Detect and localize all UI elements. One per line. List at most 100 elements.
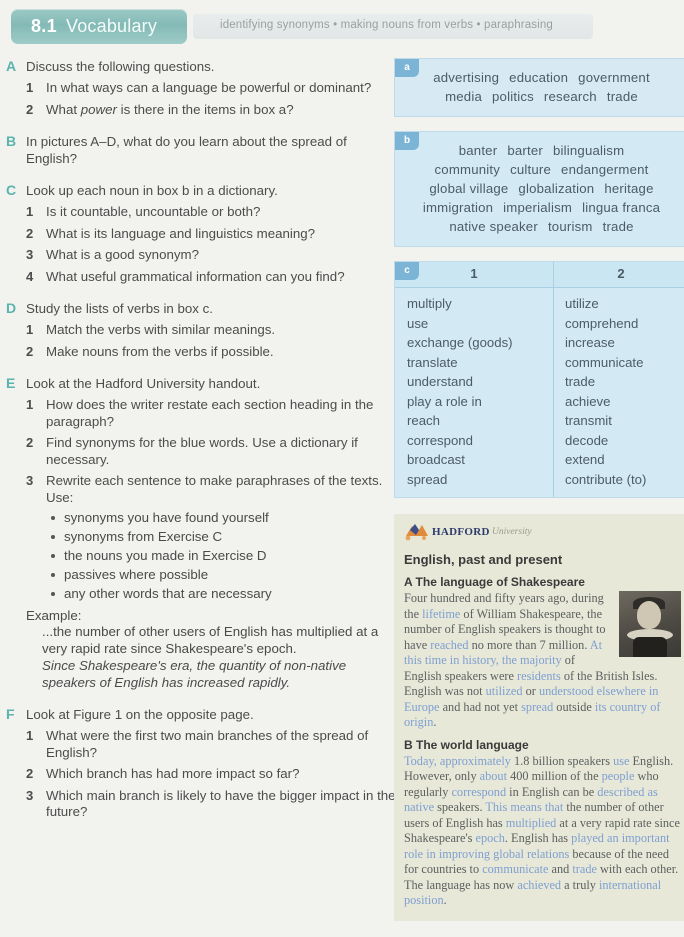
body-text-run: and — [548, 862, 573, 876]
highlighted-word: correspond — [451, 784, 507, 799]
box-a-label: a — [395, 59, 419, 77]
exercise-item-text: Find synonyms for the blue words. Use a … — [46, 435, 358, 467]
body-text-run: outside — [553, 699, 595, 714]
verb-table-cell: spread — [407, 471, 448, 487]
body-text-run: 1.8 billion speakers — [510, 753, 614, 768]
exercise-heading-text: Discuss the following questions. — [26, 59, 215, 74]
exercise-item-list: 1 Is it countable, uncountable or both? 2 W… — [0, 204, 400, 285]
exercise-item-text: What is a good synonym? — [46, 247, 199, 262]
exercise-item-text: Match the verbs with similar meanings. — [46, 322, 276, 337]
vocabulary-word: education — [509, 70, 569, 85]
resource-column: a advertising education government media pol… — [394, 58, 684, 921]
example-body: ...the number of other users of English … — [26, 624, 400, 691]
exercise-a: A Discuss the following questions. 1 In wha… — [0, 58, 400, 118]
highlighted-word: reached — [430, 637, 469, 652]
highlighted-word: Today, — [404, 753, 440, 768]
exercise-heading-text: Look at the Hadford University handout. — [26, 376, 261, 391]
exercise-item-text: In what ways can a language be powerful … — [46, 80, 372, 95]
vocabulary-word: imperialism — [503, 200, 573, 215]
highlighted-word: approximately — [439, 753, 511, 768]
vocabulary-word: research — [543, 89, 597, 104]
vocabulary-word: trade — [606, 89, 638, 104]
exercise-item-number: 3 — [26, 473, 34, 488]
verb-table-cell: extend — [565, 452, 605, 467]
highlighted-word: people — [601, 769, 635, 783]
highlighted-word: residents — [517, 668, 561, 683]
exercise-item-text: Which branch has had more impact so far? — [46, 766, 300, 781]
verb-table-cell: exchange (goods) — [407, 335, 513, 350]
verb-table-column-1: multiply use exchange (goods) translate unde… — [395, 294, 553, 489]
word-box-line: media politics research trade — [399, 87, 684, 106]
vocabulary-word: lingua franca — [582, 200, 661, 215]
exercise-item-text: What useful grammatical information can … — [46, 268, 345, 284]
body-text-run: speakers. — [434, 800, 486, 814]
verb-table-cell: decode — [565, 432, 609, 448]
exercise-bullet-item: passives where possible — [46, 566, 400, 583]
vocabulary-word: bilingualism — [552, 143, 625, 158]
example-paraphrase-sentence: Since Shakespeare's era, the quantity of… — [42, 658, 347, 690]
exercise-item: 2 Which branch has had more impact so far… — [0, 766, 400, 783]
vocabulary-word: tourism — [547, 219, 593, 234]
exercise-item-number: 1 — [26, 80, 34, 95]
verb-table-col1-header: 1 — [470, 266, 478, 281]
unit-title-tab: 8.1 Vocabulary — [11, 9, 187, 44]
exercise-item: 3 What is a good synonym? — [0, 247, 400, 264]
verb-table-cell: use — [407, 315, 429, 331]
verb-table-cell: contribute (to) — [565, 471, 647, 487]
exercise-item: 1 What were the first two main branches o… — [0, 728, 400, 761]
university-crest-icon — [405, 524, 428, 541]
exercise-item-text: What is its language and linguistics mea… — [46, 225, 316, 241]
body-text-run: . — [433, 715, 437, 729]
exercise-item-text: Is it countable, uncountable or both? — [46, 204, 261, 219]
exercise-heading-text: Study the lists of verbs in box c. — [26, 301, 213, 316]
word-box-line: immigration imperialism lingua franca — [399, 198, 684, 217]
highlighted-word: epoch — [475, 831, 505, 845]
handout-section-a-body: Four hundred and fifty years ago, during… — [404, 591, 681, 731]
vocabulary-word: advertising — [433, 70, 500, 85]
body-text-run: in English can be — [506, 784, 598, 799]
verb-table-cell: utilize — [565, 296, 599, 311]
exercise-bullet-list: synonyms you have found yourself synonyms… — [46, 509, 400, 602]
exercise-heading: A Discuss the following questions. — [0, 58, 400, 75]
verb-table-cell: comprehend — [565, 315, 639, 331]
exercise-f: F Look at Figure 1 on the opposite page. 1… — [0, 706, 400, 821]
exercise-item-number: 1 — [26, 397, 34, 412]
vocabulary-word: trade — [602, 219, 634, 234]
exercise-item-text: Make nouns from the verbs if possible. — [46, 343, 274, 359]
word-box-line: advertising education government — [399, 68, 684, 87]
shakespeare-portrait-image — [619, 591, 681, 657]
vocabulary-word: community — [434, 162, 501, 177]
exercise-item: 1 Is it countable, uncountable or both? — [0, 204, 400, 221]
exercise-bullet-item: synonyms you have found yourself — [46, 509, 400, 526]
exercise-heading-text: Look at Figure 1 on the opposite page. — [26, 707, 254, 722]
exercise-item-number: 3 — [26, 787, 34, 803]
exercise-item: 1 How does the writer restate each sectio… — [0, 397, 400, 430]
exercise-item-number: 3 — [26, 247, 34, 262]
verb-table-cell: understand — [407, 374, 473, 389]
handout-logo-subtitle: University — [492, 527, 532, 537]
vocabulary-word: barter — [507, 143, 543, 158]
exercise-heading: E Look at the Hadford University handout. — [0, 375, 400, 392]
exercise-letter: A — [6, 58, 17, 74]
verb-table-cell: play a role in — [407, 393, 482, 409]
highlighted-word: achieved — [517, 877, 562, 892]
highlighted-word: communicate — [482, 862, 549, 876]
vocabulary-word: heritage — [604, 181, 654, 196]
page-header: 8.1 Vocabulary identifying synonyms • ma… — [0, 0, 684, 52]
vocabulary-word: culture — [510, 162, 552, 177]
exercise-item-number: 2 — [26, 343, 34, 359]
exercise-item-text: What were the first two main branches of… — [46, 728, 369, 760]
verb-table-cell: correspond — [407, 432, 473, 448]
exercise-item-number: 2 — [26, 101, 34, 117]
exercise-bullet-item: the nouns you made in Exercise D — [46, 547, 400, 564]
highlighted-word: spread — [521, 699, 554, 714]
exercise-letter: F — [6, 706, 15, 722]
exercise-item: 3 Which main branch is likely to have the… — [0, 788, 400, 821]
verb-table-cell: increase — [565, 335, 615, 350]
exercise-item: 3 Rewrite each sentence to make paraphras… — [0, 473, 400, 506]
verb-table-header: c 1 2 — [395, 262, 684, 288]
body-text-run: 400 million of the — [507, 769, 602, 783]
highlighted-word: multiplied — [505, 815, 557, 830]
exercise-item-list: 1 How does the writer restate each sectio… — [0, 397, 400, 506]
exercise-item: 1 In what ways can a language be powerful… — [0, 80, 400, 97]
